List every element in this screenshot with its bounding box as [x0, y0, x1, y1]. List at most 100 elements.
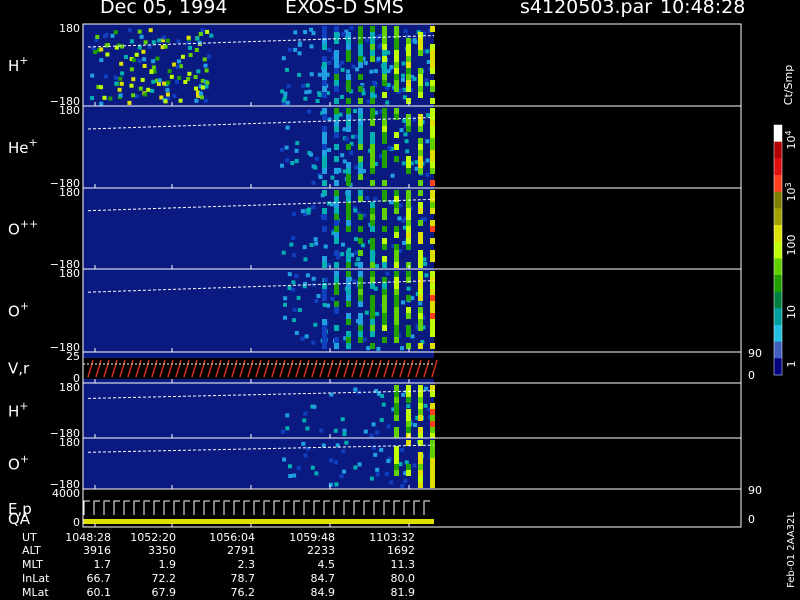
exos-d-sms-plot: Dec 05, 1994 EXOS-D SMS s4120503.par 10:…: [0, 0, 800, 600]
data-streak-cell: [406, 168, 411, 174]
data-streak-cell: [406, 415, 411, 421]
data-cell: [313, 237, 318, 242]
data-streak-cell: [334, 26, 339, 32]
colorbar-segment: [774, 175, 782, 193]
data-streak-cell: [370, 38, 375, 44]
data-streak-cell: [346, 289, 351, 295]
data-streak-cell: [346, 277, 351, 283]
data-cell: [397, 216, 402, 221]
data-streak-cell: [358, 313, 363, 319]
data-streak-cell: [418, 409, 423, 415]
data-streak-cell: [334, 325, 339, 331]
data-streak-cell: [406, 126, 411, 132]
data-streak-cell: [358, 250, 363, 256]
data-cell: [363, 60, 368, 65]
data-streak-cell: [418, 277, 423, 283]
data-cell: [403, 29, 408, 34]
right-axis-top: 90: [748, 484, 762, 497]
data-cell: [203, 63, 208, 68]
data-cell: [351, 64, 356, 69]
orbit-value: 76.2: [231, 586, 256, 599]
data-cell: [386, 424, 391, 429]
data-streak-cell: [430, 295, 435, 301]
data-streak-cell: [406, 277, 411, 283]
data-cell: [195, 36, 200, 41]
data-cell: [353, 465, 358, 470]
data-cell: [315, 99, 320, 103]
data-cell: [344, 440, 349, 445]
panel-background: [83, 106, 434, 188]
data-streak-cell: [358, 337, 363, 343]
panel-4: [82, 268, 742, 353]
orbit-value: 1052:20: [130, 531, 176, 544]
data-cell: [422, 217, 427, 222]
data-streak-cell: [394, 208, 399, 214]
data-streak-cell: [430, 250, 435, 256]
data-streak-cell: [346, 331, 351, 337]
data-cell: [297, 51, 302, 56]
y-label-top: 180: [59, 186, 80, 199]
data-streak-cell: [430, 403, 435, 409]
data-cell: [425, 82, 429, 87]
data-streak-cell: [418, 190, 423, 196]
data-cell: [285, 158, 290, 163]
data-streak-cell: [382, 325, 387, 331]
data-streak-cell: [334, 56, 339, 62]
data-streak-cell: [430, 446, 435, 452]
data-cell: [342, 127, 347, 132]
data-cell: [293, 47, 298, 52]
colorbar-segment: [774, 141, 782, 159]
data-streak-cell: [370, 168, 375, 174]
data-streak-cell: [358, 174, 363, 180]
data-cell: [137, 58, 142, 63]
orbit-row-name: ALT: [22, 544, 41, 557]
data-streak-cell: [322, 56, 327, 62]
orbit-value: 1056:04: [209, 531, 255, 544]
data-cell: [404, 460, 409, 465]
data-streak-cell: [418, 208, 423, 214]
panel-3: [82, 187, 742, 270]
data-streak-cell: [358, 162, 363, 168]
data-cell: [305, 426, 310, 431]
data-streak-cell: [430, 452, 435, 458]
data-cell: [297, 72, 302, 77]
colorbar-tick-label: 10: [785, 305, 798, 319]
data-streak-cell: [406, 295, 411, 301]
data-streak-cell: [322, 162, 327, 168]
data-cell: [119, 61, 124, 66]
panel-background: [83, 438, 434, 489]
data-streak-cell: [382, 214, 387, 220]
data-streak-cell: [358, 319, 363, 325]
panel-6: [82, 382, 742, 439]
data-streak-cell: [406, 470, 411, 476]
data-cell: [209, 33, 214, 38]
colorbar-units: Ct/Smp: [782, 65, 795, 105]
data-cell: [131, 93, 136, 98]
data-streak-cell: [382, 337, 387, 343]
data-cell: [294, 148, 299, 153]
data-streak-cell: [322, 262, 327, 268]
data-streak-cell: [322, 337, 327, 343]
data-streak-cell: [394, 232, 399, 238]
data-streak-cell: [394, 295, 399, 301]
data-streak-cell: [370, 238, 375, 244]
data-streak-cell: [358, 295, 363, 301]
data-streak-cell: [370, 295, 375, 301]
data-cell: [385, 271, 390, 276]
y-label-top: 180: [59, 381, 80, 394]
data-cell: [163, 99, 168, 104]
data-cell: [381, 402, 386, 407]
data-streak-cell: [334, 68, 339, 74]
data-streak-cell: [418, 120, 423, 126]
data-streak-cell: [394, 26, 399, 32]
data-cell: [137, 29, 142, 34]
data-streak-cell: [346, 214, 351, 220]
data-cell: [134, 52, 139, 57]
data-streak-cell: [394, 283, 399, 289]
data-cell: [401, 161, 406, 166]
data-cell: [401, 392, 406, 397]
data-cell: [423, 262, 428, 266]
data-streak-cell: [358, 114, 363, 120]
data-cell: [131, 58, 136, 63]
data-cell: [151, 59, 156, 64]
